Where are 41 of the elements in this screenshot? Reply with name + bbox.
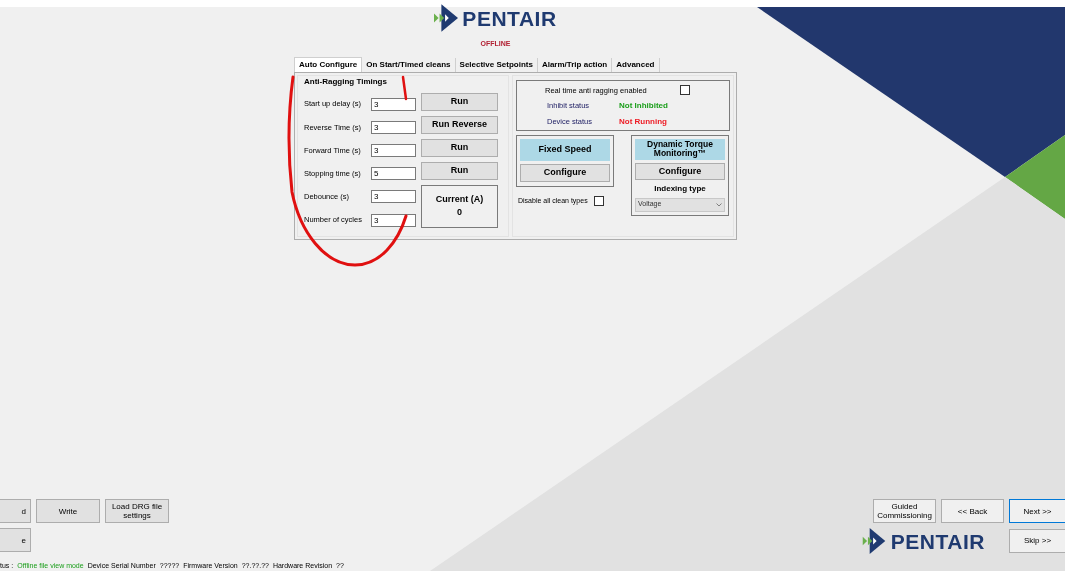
status-value: Not Inhibited bbox=[619, 99, 668, 112]
input-field[interactable]: 3 bbox=[371, 190, 416, 204]
mode-title: Fixed Speed bbox=[520, 138, 610, 161]
button[interactable]: Run Reverse bbox=[421, 115, 498, 134]
input-field[interactable]: 3 bbox=[371, 213, 416, 227]
button[interactable]: Run bbox=[421, 161, 498, 180]
input-field[interactable]: 3 bbox=[371, 143, 416, 157]
input-field[interactable]: 5 bbox=[371, 167, 416, 181]
nav-button[interactable]: Guided Commissioning bbox=[873, 499, 936, 523]
logo-text: PENTAIR bbox=[462, 7, 557, 29]
button[interactable]: Write bbox=[36, 499, 100, 523]
logo-icon bbox=[860, 528, 887, 554]
chevron-down-icon bbox=[716, 202, 722, 207]
annotation-stroke bbox=[401, 75, 408, 101]
button[interactable]: Run bbox=[421, 138, 498, 157]
tab[interactable]: Auto Configure bbox=[294, 56, 363, 72]
indexing-label: Indexing type bbox=[653, 183, 707, 195]
button[interactable]: e bbox=[0, 528, 31, 552]
logo-text: PENTAIR bbox=[890, 530, 985, 552]
nav-button[interactable]: Skip >> bbox=[1009, 529, 1065, 553]
button[interactable]: Run bbox=[421, 92, 498, 111]
current-label: Current (A) bbox=[435, 192, 484, 206]
current-value: 0 bbox=[457, 206, 462, 219]
logo-icon bbox=[434, 4, 459, 32]
button[interactable]: Configure bbox=[520, 163, 610, 182]
group-title: Anti-Ragging Timings bbox=[304, 75, 388, 88]
tab[interactable]: Advanced bbox=[612, 57, 660, 72]
mode-title: Dynamic Torque Monitoring™ bbox=[635, 138, 725, 160]
input-field[interactable]: 3 bbox=[371, 97, 416, 111]
status-value: Not Running bbox=[619, 115, 667, 128]
nav-button[interactable]: << Back bbox=[941, 499, 1004, 523]
checkbox[interactable] bbox=[593, 195, 604, 206]
checkbox[interactable] bbox=[680, 85, 690, 96]
button[interactable]: Load DRG file settings bbox=[105, 499, 169, 523]
nav-button[interactable]: Next >> bbox=[1009, 499, 1065, 523]
tab[interactable]: Selective Setpoints bbox=[455, 57, 538, 72]
input-field[interactable]: 3 bbox=[371, 120, 416, 134]
tab[interactable]: On Start/Timed cleans bbox=[362, 57, 456, 72]
button[interactable]: Configure bbox=[635, 162, 725, 180]
tab[interactable]: Alarm/Trip action bbox=[537, 57, 613, 72]
button[interactable]: d bbox=[0, 499, 31, 523]
